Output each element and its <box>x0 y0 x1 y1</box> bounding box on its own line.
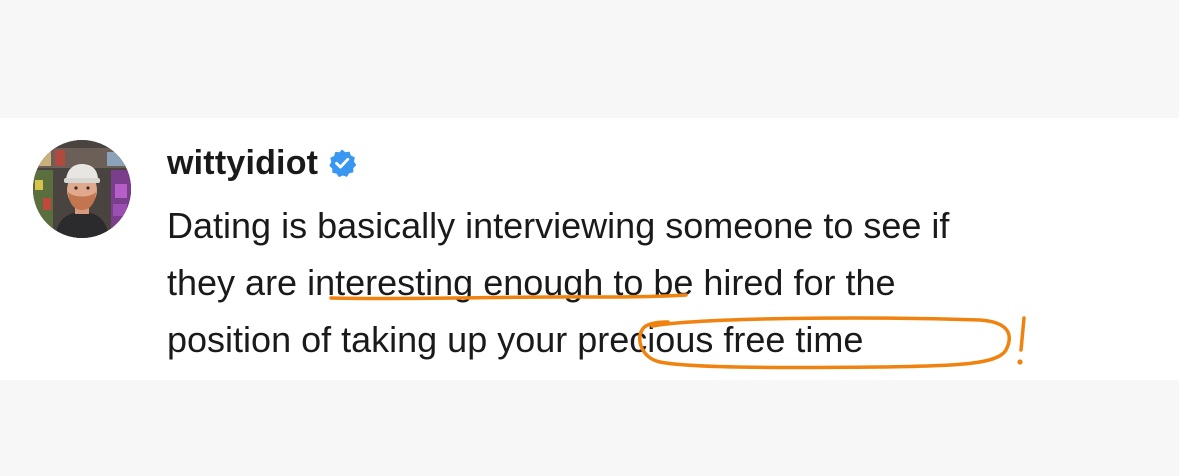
caption-line-2: they are interesting enough to be hired … <box>167 254 1127 311</box>
caption-line-3: position of taking up your precious free… <box>167 311 1127 368</box>
avatar[interactable] <box>33 140 131 238</box>
underlined-phrase: interesting enough <box>307 262 604 303</box>
caption-text: to be hired for the <box>603 262 896 303</box>
profile-photo-icon <box>33 140 131 238</box>
caption-text: Dating is basically interviewing someone… <box>167 205 950 246</box>
bottom-band <box>0 380 1179 476</box>
caption-text: position of taking up your <box>167 319 578 360</box>
top-band <box>0 0 1179 118</box>
circled-phrase: precious free time <box>577 319 864 360</box>
verified-badge-icon <box>327 148 357 178</box>
comment-text: Dating is basically interviewing someone… <box>167 197 1127 368</box>
username-row: wittyidiot <box>167 141 357 185</box>
caption-line-1: Dating is basically interviewing someone… <box>167 197 1127 254</box>
caption-text: they are <box>167 262 308 303</box>
username-link[interactable]: wittyidiot <box>167 144 318 183</box>
